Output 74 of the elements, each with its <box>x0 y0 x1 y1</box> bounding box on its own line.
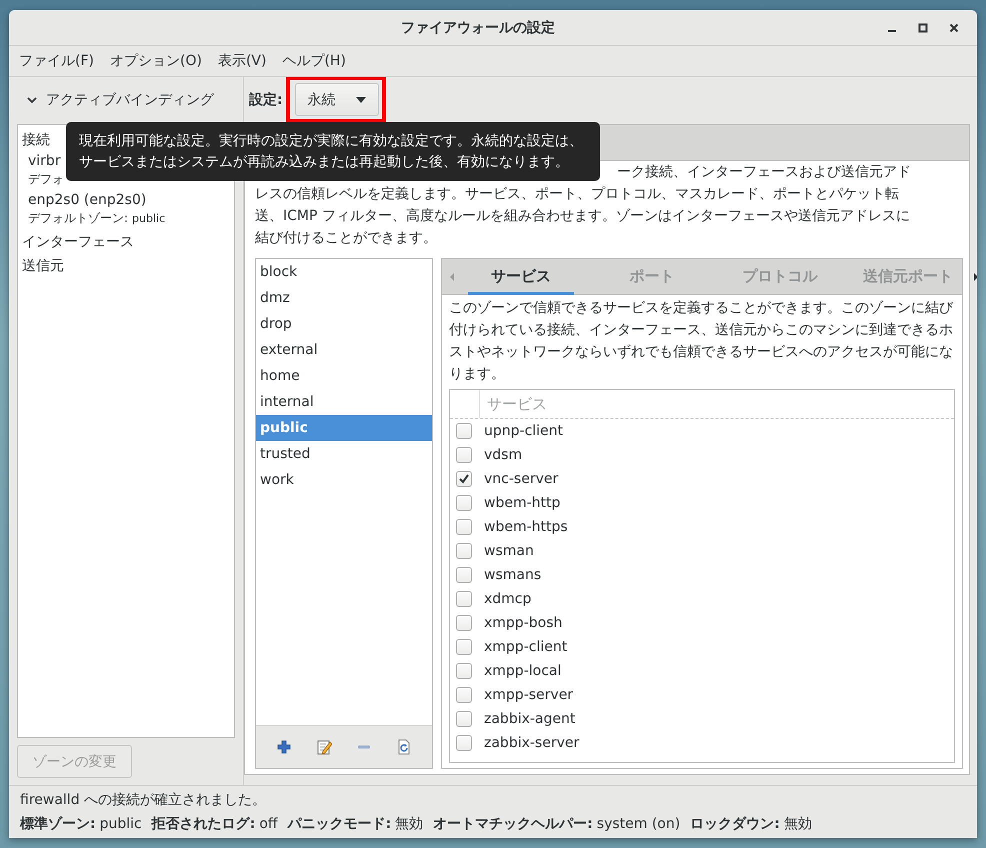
checkbox[interactable] <box>456 615 472 631</box>
service-name: wsmans <box>484 567 542 583</box>
service-name: upnp-client <box>484 423 564 439</box>
status-label: オートマチックヘルパー: <box>433 815 593 834</box>
expander-label[interactable]: アクティブバインディング <box>46 90 214 108</box>
description-text: このゾーンで信頼できるサービスを定義することができます。このゾーンに結び付けられている接続、インターフェース、送信元からこのマシンに到達できるホストやネットワークならいずれでも信頼できるサービスへのアクセスが可能になります。 <box>448 299 954 384</box>
zone-item[interactable]: internal <box>256 389 432 415</box>
status-value: system (on) <box>596 815 680 834</box>
checkbox[interactable] <box>456 591 472 607</box>
zone-label: デフォルトゾーン: public <box>28 210 166 227</box>
description-text: ーク接続、インターフェースおよび送信元アド <box>617 163 911 182</box>
service-name: zabbix-server <box>484 735 580 751</box>
tree-item[interactable]: 送信元 <box>22 254 234 278</box>
checkbox[interactable] <box>456 495 472 511</box>
edit-icon[interactable] <box>316 739 332 755</box>
menu-item[interactable]: オプション(O) <box>102 52 210 70</box>
zone-item[interactable]: work <box>256 467 432 493</box>
checkbox[interactable] <box>456 423 472 439</box>
tooltip: 現在利用可能な設定。実行時の設定が実際に有効な設定です。永続的な設定は、サービスまたはシステムが再読み込みまたは再起動した後、有効になります。 <box>66 122 600 181</box>
checkbox[interactable] <box>456 663 472 679</box>
service-name: zabbix-agent <box>484 711 576 727</box>
status-value: 無効 <box>395 815 424 834</box>
service-name: wsman <box>484 543 534 559</box>
checkbox[interactable] <box>456 735 472 751</box>
status-label: パニックモード: <box>288 815 392 834</box>
status-value: off <box>259 815 278 834</box>
service-name: wbem-https <box>484 519 568 535</box>
service-name: xmpp-server <box>484 687 574 703</box>
checkbox[interactable] <box>456 711 472 727</box>
dropdown-arrow-icon <box>356 96 366 102</box>
status-value: public <box>100 815 142 834</box>
service-name: xmpp-local <box>484 663 562 679</box>
service-name: xmpp-bosh <box>484 615 562 631</box>
service-name: xdmcp <box>484 591 532 607</box>
status-message: firewalld への接続が確立されました。 <box>20 791 268 810</box>
reload-icon[interactable] <box>396 739 412 755</box>
tab[interactable]: サービス <box>468 258 574 294</box>
checkbox[interactable] <box>456 543 472 559</box>
close-icon[interactable] <box>949 22 959 32</box>
scroll-left-icon[interactable] <box>448 272 456 282</box>
tree-item[interactable]: インターフェース <box>22 230 234 254</box>
maximize-icon[interactable] <box>918 22 928 32</box>
add-icon[interactable] <box>276 739 292 755</box>
service-name: vnc-server <box>484 471 558 487</box>
zone-item[interactable]: home <box>256 363 432 389</box>
menu-item[interactable]: 表示(V) <box>210 52 274 70</box>
description-text: レスの信頼レベルを定義します。サービス、ポート、プロトコル、マスカレード、ポートとパケット転 <box>255 185 899 204</box>
status-value: 無効 <box>784 815 812 834</box>
checkbox[interactable] <box>456 639 472 655</box>
service-name: vdsm <box>484 447 522 463</box>
checkbox[interactable] <box>456 447 472 463</box>
status-label: 拒否されたログ: <box>152 815 256 834</box>
zone-item[interactable]: external <box>256 337 432 363</box>
zone-item[interactable]: drop <box>256 311 432 337</box>
menu-item[interactable]: ヘルプ(H) <box>274 52 354 70</box>
checkbox[interactable] <box>456 519 472 535</box>
service-name: xmpp-client <box>484 639 568 655</box>
zone-label: デフォ <box>28 171 65 188</box>
description-text: 結び付けることができます。 <box>255 229 437 248</box>
status-label: 標準ゾーン: <box>20 815 96 834</box>
checkbox[interactable] <box>456 471 472 487</box>
settings-label: 設定: <box>249 90 283 108</box>
zone-item[interactable]: dmz <box>256 285 432 311</box>
checkbox[interactable] <box>456 567 472 583</box>
connection-name[interactable]: enp2s0 (enp2s0) <box>28 191 234 210</box>
menu-item[interactable]: ファイル(F) <box>11 52 102 70</box>
zone-item[interactable]: trusted <box>256 441 432 467</box>
checkbox[interactable] <box>456 687 472 703</box>
service-name: wbem-http <box>484 495 560 511</box>
status-label: ロックダウン: <box>690 815 780 834</box>
config-dropdown[interactable]: 永続 <box>294 83 379 116</box>
description-text: 送、ICMP フィルター、高度なルールを組み合わせます。ゾーンはインターフェースや送信元アドレスに <box>255 207 910 226</box>
zone-item[interactable]: block <box>256 259 432 285</box>
window-title: ファイアウォールの設定 <box>400 18 556 36</box>
